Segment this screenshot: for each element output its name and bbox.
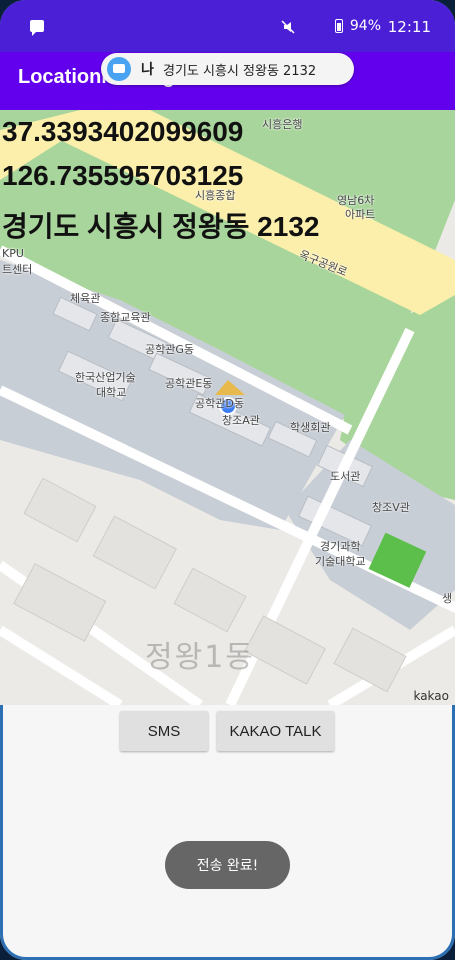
map-label: KPU	[2, 247, 24, 260]
map-label: 대학교	[96, 386, 127, 399]
map-label: 한국산업기술	[75, 371, 136, 384]
map-label: 종합교육관	[100, 311, 151, 324]
map-label: 공학관D동	[195, 397, 244, 410]
map-label: 창조V관	[372, 501, 410, 514]
map-view[interactable]: 시흥종합 시흥은행 영남6차 아파트 옥구공원로 KPU 트센터 체육관 종합교…	[0, 110, 455, 705]
address-text: 경기도 시흥시 정왕동 2132	[2, 211, 320, 242]
map-label: 트센터	[2, 263, 33, 276]
battery-percent: 94%	[349, 18, 381, 34]
map-label: 체육관	[70, 292, 101, 305]
map-label: 도서관	[330, 470, 361, 483]
map-label: 기술대학교	[315, 555, 366, 568]
battery-icon	[335, 19, 343, 33]
map-label: 공학관E동	[165, 377, 213, 390]
longitude-text: 126.735595703125	[2, 160, 244, 191]
message-notification-icon	[30, 20, 44, 36]
map-logo: kakao	[413, 689, 449, 703]
map-label: 공학관G동	[145, 343, 195, 356]
notification-text: 경기도 시흥시 정왕동 2132	[163, 64, 317, 79]
map-label: 창조A관	[222, 414, 260, 427]
phone-frame: 94% 12:11 LocationMessage 나 경기도 시흥시 정왕동 …	[0, 0, 455, 960]
area-label: 정왕1동	[145, 640, 255, 675]
map-label: 생	[442, 592, 453, 605]
map-label: 학생회관	[290, 421, 331, 434]
status-bar: 94% 12:11	[0, 0, 455, 52]
kakao-talk-button[interactable]: KAKAO TALK	[217, 711, 334, 751]
chat-icon	[107, 57, 131, 81]
sms-button[interactable]: SMS	[120, 711, 208, 751]
map-label: 시흥은행	[262, 118, 303, 131]
toast-message: 전송 완료!	[165, 841, 290, 889]
clock: 12:11	[387, 18, 431, 36]
mute-icon	[281, 20, 295, 34]
latitude-text: 37.3393402099609	[2, 116, 244, 147]
map-label: 아파트	[345, 208, 376, 221]
notification-sender: 나	[141, 62, 154, 78]
map-label: 경기과학	[320, 540, 361, 553]
notification-popup[interactable]: 나 경기도 시흥시 정왕동 2132	[101, 53, 354, 85]
